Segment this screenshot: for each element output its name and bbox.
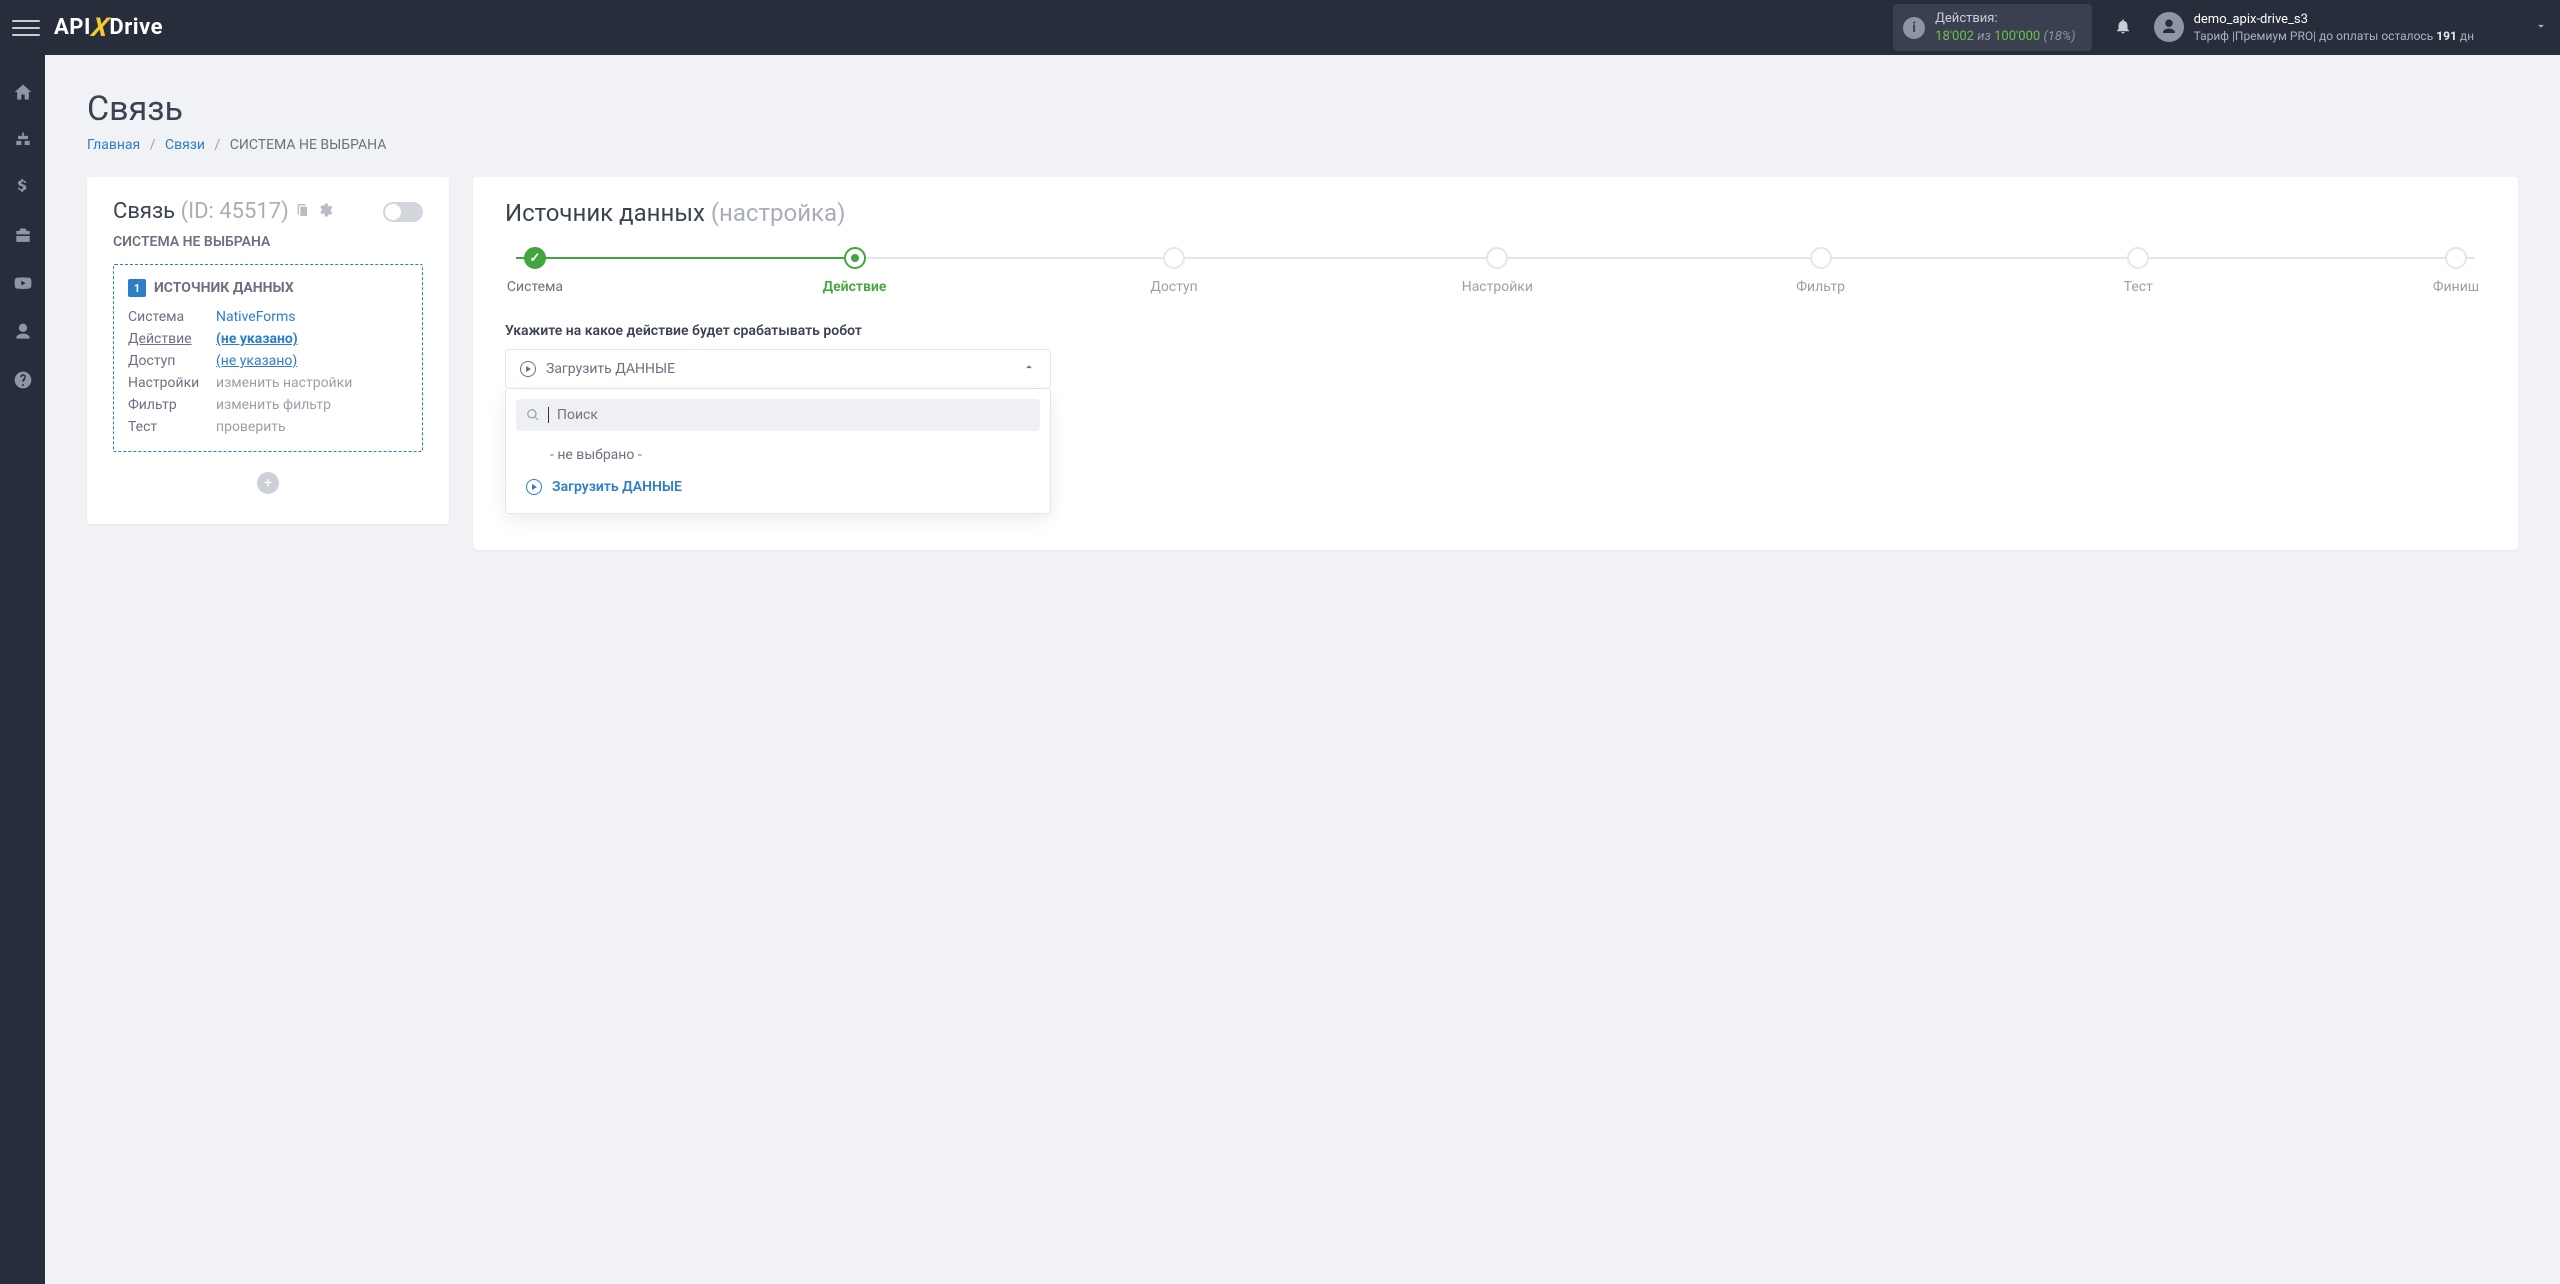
sidebar bbox=[0, 55, 45, 1284]
logo-right: Drive bbox=[109, 15, 163, 40]
help-icon[interactable] bbox=[12, 369, 34, 391]
conn-id: (ID: 45517) bbox=[181, 199, 289, 224]
home-icon[interactable] bbox=[12, 81, 34, 103]
v-system[interactable]: NativeForms bbox=[216, 309, 408, 325]
v-settings[interactable]: изменить настройки bbox=[216, 375, 408, 391]
breadcrumb-home[interactable]: Главная bbox=[87, 137, 140, 153]
source-box: 1 ИСТОЧНИК ДАННЫХ Система NativeForms Де… bbox=[113, 264, 423, 452]
step-filter[interactable]: Фильтр bbox=[1791, 247, 1851, 295]
dropdown-toggle[interactable]: Загрузить ДАННЫЕ bbox=[505, 349, 1051, 389]
actions-of: из bbox=[1977, 29, 1991, 44]
option-none[interactable]: - не выбрано - bbox=[516, 439, 1040, 471]
briefcase-icon[interactable] bbox=[12, 225, 34, 247]
breadcrumb: Главная / Связи / СИСТЕМА НЕ ВЫБРАНА bbox=[87, 137, 2518, 153]
step-finish[interactable]: Финиш bbox=[2426, 247, 2486, 295]
copy-icon[interactable] bbox=[295, 202, 311, 222]
menu-toggle[interactable] bbox=[12, 14, 40, 42]
config-card: Источник данных (настройка) Система Дейс… bbox=[473, 177, 2518, 550]
search-icon bbox=[526, 408, 540, 422]
step-system[interactable]: Система bbox=[505, 247, 565, 295]
v-filter[interactable]: изменить фильтр bbox=[216, 397, 408, 413]
k-action: Действие bbox=[128, 331, 216, 347]
dropdown-body: - не выбрано - Загрузить ДАННЫЕ bbox=[505, 389, 1051, 514]
rc-title-main: Источник данных bbox=[505, 199, 705, 227]
v-access[interactable]: (не указано) bbox=[216, 353, 408, 369]
actions-pct: (18%) bbox=[2043, 29, 2075, 44]
step-action[interactable]: Действие bbox=[823, 247, 887, 295]
connection-toggle[interactable] bbox=[383, 202, 423, 222]
action-prompt: Укажите на какое действие будет срабатыв… bbox=[505, 323, 2486, 339]
actions-label: Действия: bbox=[1935, 10, 2075, 28]
action-dropdown: Загрузить ДАННЫЕ - не выбрано - bbox=[505, 349, 1051, 514]
logo[interactable]: API X Drive bbox=[54, 13, 163, 43]
topbar: API X Drive i Действия: 18'002 из 100'00… bbox=[0, 0, 2560, 55]
dropdown-value: Загрузить ДАННЫЕ bbox=[546, 361, 675, 377]
conn-subtitle: СИСТЕМА НЕ ВЫБРАНА bbox=[113, 234, 423, 250]
k-settings: Настройки bbox=[128, 375, 216, 391]
actions-used: 18'002 bbox=[1935, 29, 1974, 44]
play-icon bbox=[520, 361, 536, 377]
logo-x-icon: X bbox=[89, 13, 111, 43]
user-icon[interactable] bbox=[12, 321, 34, 343]
k-test: Тест bbox=[128, 419, 216, 435]
dollar-icon[interactable] bbox=[12, 177, 34, 199]
add-button[interactable]: + bbox=[257, 472, 279, 494]
tariff-text: Тариф |Премиум PRO| до оплаты осталось 1… bbox=[2194, 28, 2474, 44]
step-test[interactable]: Тест bbox=[2108, 247, 2168, 295]
main-content: Связь Главная / Связи / СИСТЕМА НЕ ВЫБРА… bbox=[45, 55, 2560, 1284]
rc-title-sub: (настройка) bbox=[711, 199, 846, 227]
logo-left: API bbox=[54, 15, 91, 40]
gear-icon[interactable] bbox=[317, 202, 333, 222]
connection-card: Связь (ID: 45517) СИСТЕМА НЕ ВЫБРАНА 1 bbox=[87, 177, 449, 524]
youtube-icon[interactable] bbox=[12, 273, 34, 295]
dropdown-search[interactable] bbox=[516, 399, 1040, 431]
k-access: Доступ bbox=[128, 353, 216, 369]
k-system: Система bbox=[128, 309, 216, 325]
option-load-data[interactable]: Загрузить ДАННЫЕ bbox=[516, 471, 1040, 503]
page-title: Связь bbox=[87, 89, 2518, 129]
user-name: demo_apix-drive_s3 bbox=[2194, 11, 2474, 29]
avatar-icon bbox=[2154, 12, 2184, 42]
info-icon: i bbox=[1903, 17, 1925, 39]
sitemap-icon[interactable] bbox=[12, 129, 34, 151]
k-filter: Фильтр bbox=[128, 397, 216, 413]
step-access[interactable]: Доступ bbox=[1144, 247, 1204, 295]
actions-counter[interactable]: i Действия: 18'002 из 100'000 (18%) bbox=[1893, 4, 2091, 51]
breadcrumb-current: СИСТЕМА НЕ ВЫБРАНА bbox=[230, 137, 387, 153]
step-settings[interactable]: Настройки bbox=[1462, 247, 1533, 295]
conn-title: Связь bbox=[113, 199, 175, 224]
play-icon bbox=[526, 479, 542, 495]
stepper: Система Действие Доступ Настройки Фильтр… bbox=[505, 247, 2486, 295]
bell-icon[interactable] bbox=[2114, 16, 2132, 40]
chevron-up-icon bbox=[1022, 360, 1036, 378]
breadcrumb-links[interactable]: Связи bbox=[165, 137, 205, 153]
box-title: ИСТОЧНИК ДАННЫХ bbox=[154, 280, 294, 296]
chevron-down-icon[interactable] bbox=[2534, 19, 2548, 37]
v-action[interactable]: (не указано) bbox=[216, 331, 408, 347]
user-menu[interactable]: demo_apix-drive_s3 Тариф |Премиум PRO| д… bbox=[2154, 11, 2474, 45]
v-test[interactable]: проверить bbox=[216, 419, 408, 435]
search-input[interactable] bbox=[557, 407, 1030, 423]
actions-total: 100'000 bbox=[1994, 29, 2040, 44]
box-badge: 1 bbox=[128, 279, 146, 297]
